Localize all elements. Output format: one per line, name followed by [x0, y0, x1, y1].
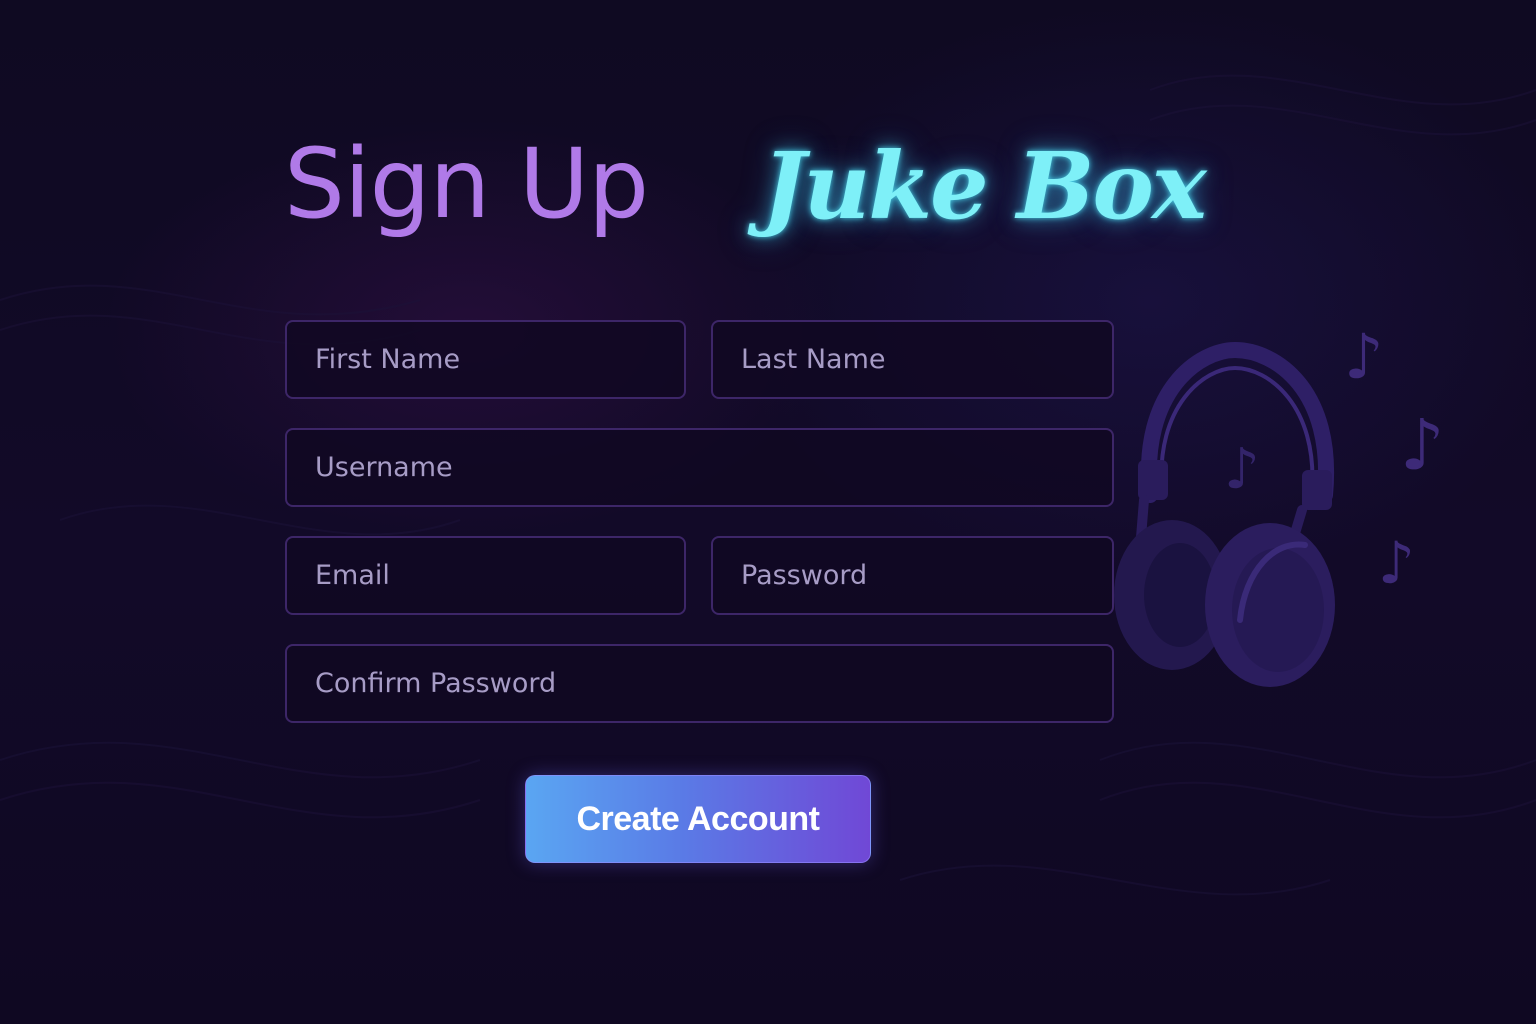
first-name-input[interactable]: [285, 320, 686, 399]
headphones-icon: [1114, 341, 1335, 687]
page-title: Sign Up: [284, 128, 649, 240]
brand-logo: Juke Box: [762, 132, 1207, 240]
music-note-icon: ♪: [1378, 529, 1416, 597]
signup-page: Sign Up Juke Box Create Account ♪ ♪ ♪ ♪: [0, 0, 1536, 1024]
password-input[interactable]: [711, 536, 1114, 615]
music-note-icon: ♪: [1224, 437, 1260, 502]
email-input[interactable]: [285, 536, 686, 615]
music-note-icon: ♪: [1400, 404, 1445, 486]
last-name-input[interactable]: [711, 320, 1114, 399]
username-input[interactable]: [285, 428, 1114, 507]
music-note-icon: ♪: [1344, 320, 1384, 393]
create-account-button[interactable]: Create Account: [525, 775, 871, 863]
confirm-password-input[interactable]: [285, 644, 1114, 723]
